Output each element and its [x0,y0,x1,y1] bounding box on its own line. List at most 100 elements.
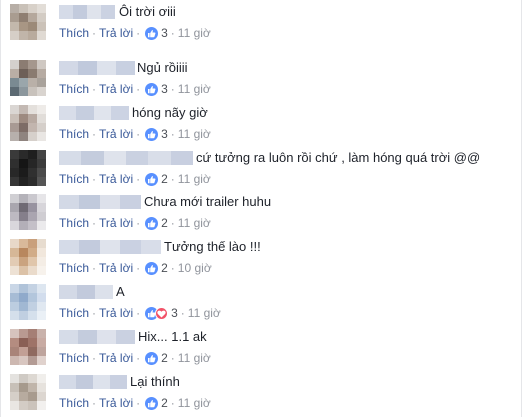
comment-actions: Thích · Trả lời · 2 · 11 giờ [59,215,211,231]
author-name[interactable] [59,285,113,299]
author-name[interactable] [59,195,141,209]
timestamp[interactable]: 11 giờ [178,25,211,41]
reply-button[interactable]: Trả lời [99,215,133,231]
like-icon[interactable] [145,172,159,186]
like-icon[interactable] [145,26,159,40]
separator: · [170,26,175,40]
reply-button[interactable]: Trả lời [99,81,133,97]
separator: · [92,351,97,365]
author-name[interactable] [59,151,193,165]
reaction-count[interactable]: 3 [161,126,168,142]
reply-button[interactable]: Trả lời [99,126,133,142]
avatar[interactable] [10,105,46,141]
comment-item: cứ tưởng ra luôn rồi chứ , làm hóng quá … [1,146,522,190]
like-icon[interactable] [145,82,159,96]
reaction-count[interactable]: 2 [161,215,168,231]
timestamp[interactable]: 11 giờ [178,215,211,231]
love-icon[interactable] [155,306,169,320]
reaction-count[interactable]: 2 [161,395,168,411]
separator: · [136,306,141,320]
like-button[interactable]: Thích [59,395,89,411]
separator: · [136,216,141,230]
reply-button[interactable]: Trả lời [99,260,133,276]
avatar[interactable] [10,239,46,275]
reply-button[interactable]: Trả lời [99,171,133,187]
separator: · [92,306,97,320]
comment-actions: Thích · Trả lời · 3 · 11 giờ [59,305,221,321]
comment-actions: Thích · Trả lời · 2 · 11 giờ [59,171,211,187]
reply-button[interactable]: Trả lời [99,25,133,41]
avatar[interactable] [10,374,46,410]
comment-actions: Thích · Trả lời · 3 · 11 giờ [59,126,211,142]
comment-actions: Thích · Trả lời · 2 · 11 giờ [59,350,211,366]
reaction-count[interactable]: 2 [161,171,168,187]
reaction-count[interactable]: 2 [161,260,168,276]
comment-text: Hix... 1.1 ak [138,329,207,344]
reaction-count[interactable]: 3 [161,81,168,97]
separator: · [92,396,97,410]
comment-text: Ôi trời ơiii [119,4,176,19]
separator: · [136,82,141,96]
like-button[interactable]: Thích [59,215,89,231]
comment-text: Lại thính [130,374,180,389]
separator: · [92,216,97,230]
avatar[interactable] [10,284,46,320]
avatar[interactable] [10,194,46,230]
reply-button[interactable]: Trả lời [99,350,133,366]
avatar[interactable] [10,150,46,186]
separator: · [170,261,175,275]
like-icon[interactable] [145,351,159,365]
comment-item: hóng nãy giờ Thích · Trả lời · 3 · 11 gi… [1,101,522,145]
like-button[interactable]: Thích [59,350,89,366]
separator: · [170,82,175,96]
author-name[interactable] [59,5,115,19]
reply-button[interactable]: Trả lời [99,305,133,321]
like-icon[interactable] [145,127,159,141]
like-button[interactable]: Thích [59,171,89,187]
avatar[interactable] [10,60,46,96]
comment-item: Chưa mới trailer huhu Thích · Trả lời · … [1,190,522,234]
comment-item: A Thích · Trả lời · 3 · 11 giờ [1,280,522,324]
timestamp[interactable]: 11 giờ [188,305,221,321]
timestamp[interactable]: 11 giờ [178,350,211,366]
comment-actions: Thích · Trả lời · 3 · 11 giờ [59,25,211,41]
author-name[interactable] [59,106,129,120]
author-name[interactable] [59,240,161,254]
separator: · [170,351,175,365]
reply-button[interactable]: Trả lời [99,395,133,411]
separator: · [170,127,175,141]
timestamp[interactable]: 10 giờ [178,260,212,276]
reaction-count[interactable]: 2 [161,350,168,366]
like-icon[interactable] [145,216,159,230]
timestamp[interactable]: 11 giờ [178,395,211,411]
comment-item: Hix... 1.1 ak Thích · Trả lời · 2 · 11 g… [1,325,522,369]
timestamp[interactable]: 11 giờ [178,171,211,187]
like-button[interactable]: Thích [59,260,89,276]
separator: · [136,261,141,275]
comment-text: Ngủ rồiiii [137,60,188,75]
author-name[interactable] [59,330,135,344]
comment-item: Tưởng thế lào !!! Thích · Trả lời · 2 · … [1,235,522,279]
author-name[interactable] [59,375,127,389]
like-icon[interactable] [145,261,159,275]
avatar[interactable] [10,4,46,40]
comment-item: Ngủ rồiiii Thích · Trả lời · 3 · 11 giờ [1,56,522,100]
like-button[interactable]: Thích [59,25,89,41]
like-button[interactable]: Thích [59,305,89,321]
comment-text: hóng nãy giờ [132,105,208,120]
separator: · [92,127,97,141]
comment-actions: Thích · Trả lời · 3 · 11 giờ [59,81,211,97]
reaction-count[interactable]: 3 [171,305,178,321]
like-button[interactable]: Thích [59,126,89,142]
timestamp[interactable]: 11 giờ [178,126,211,142]
avatar[interactable] [10,329,46,365]
separator: · [136,26,141,40]
reaction-count[interactable]: 3 [161,25,168,41]
timestamp[interactable]: 11 giờ [178,81,211,97]
author-name[interactable] [59,61,135,75]
like-icon[interactable] [145,396,159,410]
like-button[interactable]: Thích [59,81,89,97]
separator: · [180,306,185,320]
separator: · [136,127,141,141]
separator: · [136,172,141,186]
